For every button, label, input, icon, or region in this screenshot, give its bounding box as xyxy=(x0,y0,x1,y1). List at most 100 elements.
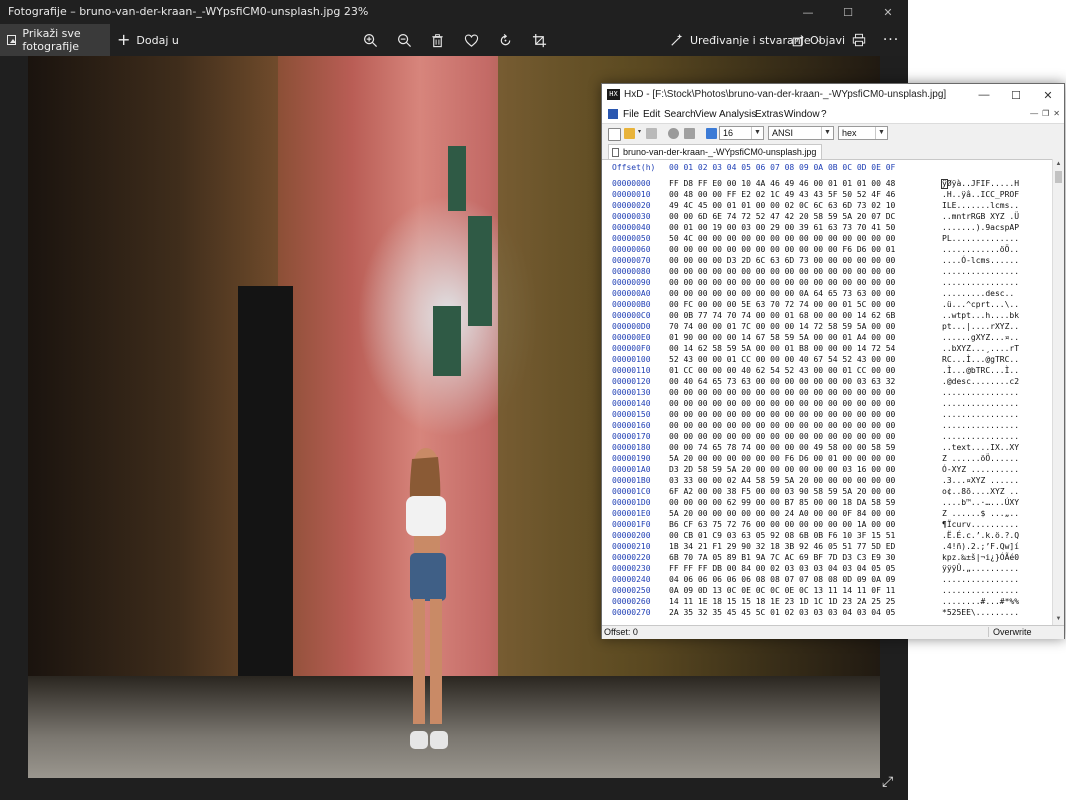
offset-header: Offset(h) xyxy=(612,163,656,172)
row-hex-bytes: 00 00 00 00 00 00 00 00 00 00 00 00 00 0… xyxy=(669,388,896,397)
menu-view[interactable]: View xyxy=(695,109,717,120)
hxd-toolbar: ▾ 16 ▼ ANSI ▼ hex ▼ xyxy=(602,123,1064,145)
display-mode-value: hex xyxy=(842,128,857,138)
row-offset: 00000070 xyxy=(612,256,651,265)
ram-icon[interactable] xyxy=(668,128,679,139)
row-text: ..bXYZ...¸....rT xyxy=(942,344,1020,353)
photo-woman-figure xyxy=(406,448,448,749)
hxd-maximize-button[interactable]: ☐ xyxy=(1000,84,1032,106)
photos-window-title: Fotografije – bruno-van-der-kraan-_-WYps… xyxy=(8,5,369,18)
add-to-label: Dodaj u xyxy=(136,33,179,47)
row-hex-bytes: 6B 70 7A 05 89 B1 9A 7C AC 69 BF 7D D3 C… xyxy=(669,553,896,562)
row-text: ....Ó-lcms...... xyxy=(942,256,1020,265)
row-offset: 000000C0 xyxy=(612,311,651,320)
column-header: 00 01 02 03 04 05 06 07 08 09 0A 0B 0C 0… xyxy=(669,163,896,172)
row-hex-bytes: 00 00 6D 6E 74 72 52 47 42 20 58 59 5A 2… xyxy=(669,212,896,221)
mdi-minimize-icon[interactable]: — xyxy=(1030,109,1038,118)
open-dropdown-chevron-icon[interactable]: ▾ xyxy=(638,128,643,139)
row-offset: 00000240 xyxy=(612,575,651,584)
hxd-minimize-button[interactable]: — xyxy=(968,84,1000,106)
zoom-out-button[interactable] xyxy=(389,24,419,56)
maximize-button[interactable]: ☐ xyxy=(828,0,868,24)
minimize-button[interactable]: — xyxy=(788,0,828,24)
menu-help[interactable]: ? xyxy=(821,109,827,120)
menu-edit[interactable]: Edit xyxy=(643,109,660,120)
mdi-restore-icon[interactable]: ❐ xyxy=(1042,109,1049,118)
chevron-down-icon: ▼ xyxy=(751,127,763,139)
row-text: ..mntrRGB XYZ .Ü xyxy=(942,212,1020,221)
row-offset: 00000030 xyxy=(612,212,651,221)
open-folder-icon[interactable] xyxy=(624,128,635,139)
row-text: ÿÿÿÛ.„.......... xyxy=(942,564,1020,573)
row-hex-bytes: 14 11 1E 18 15 15 18 1E 23 1D 1C 1D 23 2… xyxy=(669,597,896,606)
menu-file[interactable]: File xyxy=(623,109,639,120)
chevron-down-icon: ▼ xyxy=(875,127,887,139)
row-offset: 00000230 xyxy=(612,564,651,573)
scrollbar-thumb[interactable] xyxy=(1055,171,1062,183)
print-button[interactable] xyxy=(849,24,869,56)
crop-icon xyxy=(532,33,546,47)
row-offset: 000000E0 xyxy=(612,333,651,342)
menu-extras[interactable]: Extras xyxy=(755,109,783,120)
save-icon[interactable] xyxy=(646,128,657,139)
row-offset: 000000F0 xyxy=(612,344,651,353)
bytes-per-row-select[interactable]: 16 ▼ xyxy=(719,126,764,140)
charset-select[interactable]: ANSI ▼ xyxy=(768,126,834,140)
row-text: ¶Ïcurv.......... xyxy=(942,520,1020,529)
view-all-photos-label: Prikaži sve fotografije xyxy=(22,27,81,53)
photo-shutter xyxy=(448,146,466,211)
menu-search[interactable]: Search xyxy=(664,109,696,120)
hxd-close-button[interactable]: ✕ xyxy=(1032,84,1064,106)
more-options-button[interactable]: ··· xyxy=(881,24,901,56)
hxd-window-controls: — ☐ ✕ xyxy=(968,84,1064,106)
row-hex-bytes: 00 00 00 00 00 00 00 00 00 00 00 00 00 0… xyxy=(669,432,896,441)
hxd-app-icon: HX xyxy=(607,89,620,100)
tab-open-file[interactable]: bruno-van-der-kraan-_-WYpsfiCM0-unsplash… xyxy=(608,144,823,159)
mdi-close-icon[interactable]: ✕ xyxy=(1053,109,1060,118)
status-edit-mode: Overwrite xyxy=(988,627,1032,637)
close-button[interactable]: ✕ xyxy=(868,0,908,24)
row-offset: 00000190 xyxy=(612,454,651,463)
row-hex-bytes: 00 00 74 65 78 74 00 00 00 00 49 58 00 0… xyxy=(669,443,896,452)
share-label: Objavi xyxy=(810,33,846,47)
row-hex-bytes: 00 0B 77 74 70 74 00 00 01 68 00 00 00 1… xyxy=(669,311,896,320)
zoom-in-button[interactable] xyxy=(355,24,385,56)
view-all-photos-button[interactable]: Prikaži sve fotografije xyxy=(0,24,110,56)
vertical-scrollbar[interactable]: ▲ ▼ xyxy=(1052,159,1064,625)
scroll-down-icon[interactable]: ▼ xyxy=(1053,614,1064,625)
menu-window[interactable]: Window xyxy=(784,109,820,120)
hex-editor-area[interactable]: Offset(h) 00 01 02 03 04 05 06 07 08 09 … xyxy=(602,159,1052,626)
row-hex-bytes: 5A 20 00 00 00 00 00 00 F6 D6 00 01 00 0… xyxy=(669,454,896,463)
row-hex-bytes: 6F A2 00 00 38 F5 00 00 03 90 58 59 5A 2… xyxy=(669,487,896,496)
magic-edit-icon xyxy=(671,33,683,46)
row-text: ....b™..·…...ÚXY xyxy=(942,498,1020,507)
menu-analysis[interactable]: Analysis xyxy=(719,109,756,120)
row-text: .4!ñ).2.;’F.Qw]í xyxy=(942,542,1020,551)
row-hex-bytes: B6 CF 63 75 72 76 00 00 00 00 00 00 00 1… xyxy=(669,520,896,529)
row-offset: 00000260 xyxy=(612,597,651,606)
favorite-button[interactable] xyxy=(456,24,486,56)
row-offset: 00000200 xyxy=(612,531,651,540)
display-mode-select[interactable]: hex ▼ xyxy=(838,126,888,140)
share-button[interactable]: Objavi xyxy=(792,24,845,56)
crop-button[interactable] xyxy=(524,24,554,56)
rotate-button[interactable] xyxy=(490,24,520,56)
scroll-up-icon[interactable]: ▲ xyxy=(1053,159,1064,170)
row-text: Z ......öÖ...... xyxy=(942,454,1020,463)
row-text: ........#...#*%% xyxy=(942,597,1020,606)
photos-window-controls: — ☐ ✕ xyxy=(788,0,908,24)
row-hex-bytes: 50 4C 00 00 00 00 00 00 00 00 00 00 00 0… xyxy=(669,234,896,243)
hxd-window-title: HxD - [F:\Stock\Photos\bruno-van-der-kra… xyxy=(624,89,947,100)
heart-icon xyxy=(464,33,478,47)
add-to-button[interactable]: + Dodaj u xyxy=(117,24,179,56)
full-screen-expand-icon[interactable]: ⤢ xyxy=(882,774,893,790)
zoom-in-icon xyxy=(363,33,377,47)
row-text: ................ xyxy=(942,432,1020,441)
new-file-icon[interactable] xyxy=(608,128,621,141)
row-hex-bytes: 52 43 00 00 01 CC 00 00 00 40 67 54 52 4… xyxy=(669,355,896,364)
row-text: ILE.......lcms.. xyxy=(942,201,1020,210)
tab-label: bruno-van-der-kraan-_-WYpsfiCM0-unsplash… xyxy=(623,147,817,157)
delete-button[interactable] xyxy=(422,24,452,56)
disk-icon[interactable] xyxy=(684,128,695,139)
row-offset: 000001A0 xyxy=(612,465,651,474)
